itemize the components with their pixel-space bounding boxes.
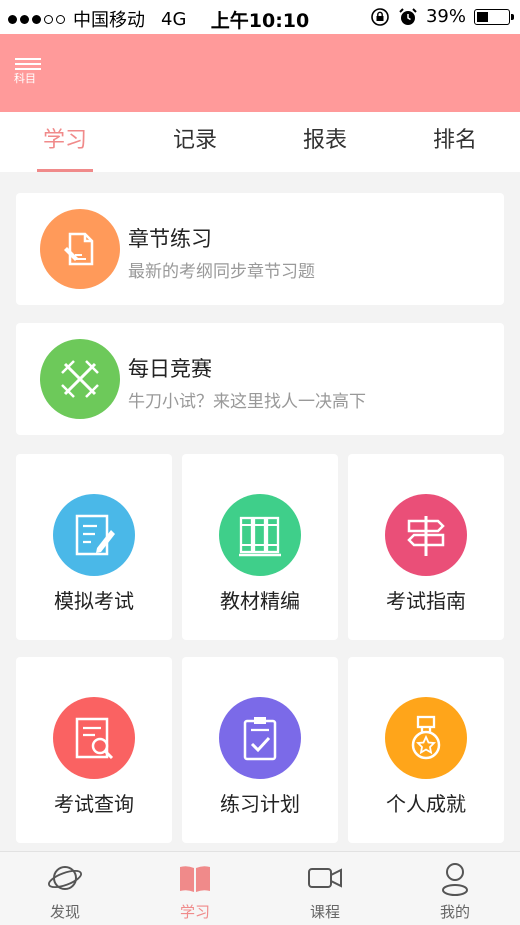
alarm-icon	[399, 7, 417, 25]
card-subtitle: 最新的考纲同步章节习题	[128, 262, 315, 282]
tab-reports[interactable]: 报表	[260, 112, 390, 172]
grid-card-label: 练习计划	[220, 792, 300, 816]
tab-records[interactable]: 记录	[130, 112, 260, 172]
tab-ranking[interactable]: 排名	[390, 112, 520, 172]
nav-discover[interactable]: 发现	[0, 852, 130, 925]
daily-contest-card[interactable]: 每日竞赛 牛刀小试？来这里找人一决高下	[16, 323, 504, 435]
nav-courses[interactable]: 课程	[260, 852, 390, 925]
battery-percent: 39%	[425, 6, 466, 27]
nav-label: 发现	[49, 903, 80, 921]
practice-plan-card[interactable]: 练习计划	[182, 657, 338, 843]
exam-edit-icon	[53, 494, 135, 576]
nav-label: 我的	[439, 903, 470, 921]
menu-icon	[14, 58, 44, 70]
open-book-icon	[180, 866, 210, 892]
tab-study[interactable]: 学习	[0, 112, 130, 172]
nav-label: 学习	[179, 903, 210, 921]
tab-label: 排名	[432, 128, 477, 153]
tab-active-indicator	[37, 169, 93, 172]
signpost-icon	[385, 494, 467, 576]
planet-icon	[47, 866, 83, 890]
rotation-lock-icon	[371, 7, 389, 26]
tab-bar: 学习 记录 报表 排名	[0, 112, 520, 172]
search-doc-icon	[53, 697, 135, 779]
medal-icon	[385, 697, 467, 779]
grid-card-label: 模拟考试	[54, 589, 134, 613]
tab-label: 报表	[302, 128, 347, 153]
grid-card-label: 考试查询	[54, 792, 134, 816]
document-edit-icon	[40, 209, 120, 289]
nav-label: 课程	[309, 903, 340, 921]
grid-card-label: 教材精编	[220, 589, 300, 613]
nav-study[interactable]: 学习	[130, 852, 260, 925]
textbook-card[interactable]: 教材精编	[182, 454, 338, 640]
clipboard-check-icon	[219, 697, 301, 779]
app-header: 科目	[0, 34, 520, 112]
grid-card-label: 考试指南	[386, 589, 466, 613]
achievements-card[interactable]: 个人成就	[348, 657, 504, 843]
crossed-swords-icon	[40, 339, 120, 419]
card-subtitle: 牛刀小试？来这里找人一决高下	[128, 392, 366, 412]
status-bar: 中国移动 4G 上午10:10 39%	[0, 0, 520, 34]
subject-label: 科目	[14, 72, 36, 85]
tab-label: 记录	[172, 128, 217, 153]
books-icon	[219, 494, 301, 576]
video-camera-icon	[308, 868, 342, 888]
tab-label: 学习	[42, 128, 87, 153]
exam-guide-card[interactable]: 考试指南	[348, 454, 504, 640]
chapter-practice-card[interactable]: 章节练习 最新的考纲同步章节习题	[16, 193, 504, 305]
subject-menu-button[interactable]: 科目	[14, 58, 44, 90]
bottom-nav: 发现 学习 课程 我的	[0, 851, 520, 925]
grid-card-label: 个人成就	[386, 792, 466, 816]
card-title: 章节练习	[128, 227, 212, 251]
exam-query-card[interactable]: 考试查询	[16, 657, 172, 843]
mock-exam-card[interactable]: 模拟考试	[16, 454, 172, 640]
battery-icon	[474, 8, 514, 25]
card-title: 每日竞赛	[128, 357, 212, 381]
user-icon	[442, 863, 468, 896]
nav-profile[interactable]: 我的	[390, 852, 520, 925]
status-right: 39%	[370, 6, 514, 27]
